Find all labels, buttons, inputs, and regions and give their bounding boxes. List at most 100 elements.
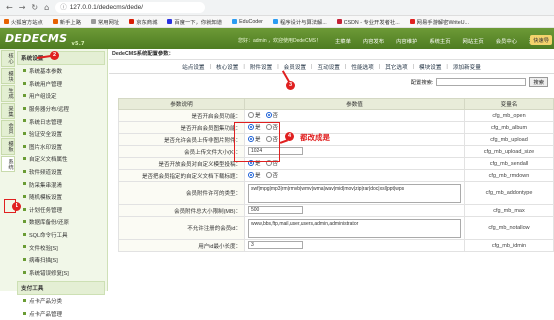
- value-input[interactable]: 500: [248, 205, 303, 214]
- bookmark-label: 常用网址: [98, 19, 120, 26]
- side-menu-item[interactable]: 服务器分布/远程: [17, 103, 107, 116]
- radio-no-label: 否: [272, 113, 279, 119]
- side-tab[interactable]: 生成: [1, 85, 15, 102]
- side-menu-item[interactable]: 数据库备份/还原: [17, 216, 107, 229]
- settings-tab[interactable]: 性能选项: [349, 63, 375, 71]
- side-tab[interactable]: 模板: [1, 138, 15, 155]
- table-row: 是否开放会员对自定义模型投稿：是否 cfg_mb_sendall: [118, 157, 554, 170]
- side-menu-item[interactable]: 点卡产品管理: [17, 308, 107, 320]
- side-menu-item[interactable]: 计划任务管理: [17, 204, 107, 217]
- search-button[interactable]: 搜索: [529, 77, 548, 87]
- search-input[interactable]: [436, 78, 527, 86]
- forward-icon[interactable]: →: [19, 3, 26, 12]
- side-menu-item[interactable]: 病毒扫描[S]: [17, 254, 107, 267]
- bookmark-item[interactable]: 火狐官方站点: [4, 18, 43, 26]
- side-section-payment[interactable]: 支付工具: [17, 281, 105, 296]
- radio-yes-button[interactable]: [248, 112, 254, 118]
- back-icon[interactable]: ←: [6, 3, 13, 12]
- top-nav-item[interactable]: 系统主页: [429, 37, 450, 45]
- side-menu-item[interactable]: 系统用户管理: [17, 78, 107, 91]
- side-menu-item[interactable]: 自定义文档属性: [17, 153, 107, 166]
- value-textarea[interactable]: swf|mpg|mp3|rm|rmvb|wmv|wma|wav|mid|mov|…: [248, 183, 461, 203]
- side-menu-item[interactable]: 用户组设定: [17, 90, 107, 103]
- settings-tabs: 站点设置 | 核心设置 | 附件设置 | 会员设置 | 互动设置 | 性能选项 | 其它选项 | 模块设置 |…: [109, 60, 554, 74]
- top-nav-item[interactable]: 网站主页: [463, 37, 484, 45]
- reload-icon[interactable]: ↻: [31, 3, 38, 12]
- bookmark-label: 百度一下，你就知道: [174, 19, 223, 26]
- radio-yes[interactable]: 是: [248, 111, 261, 119]
- tab-separator: |: [243, 63, 245, 70]
- side-menu: 系统设置 系统基本参数 系统用户管理 用户组设定 服务器分布/远程 系统日志管理 验证安全…: [17, 49, 107, 320]
- settings-tab[interactable]: 添加新变量: [451, 63, 483, 71]
- side-tab[interactable]: 会员: [1, 120, 15, 138]
- row-label: 不允许注册的会员id：: [118, 216, 245, 240]
- side-menu-item[interactable]: 防采集串混淆: [17, 178, 107, 191]
- bookmark-item[interactable]: 百度一下，你就知道: [167, 18, 222, 26]
- settings-tab[interactable]: 站点设置: [180, 63, 206, 71]
- side-menu-item[interactable]: 文件校验[S]: [17, 241, 107, 254]
- side-menu-item[interactable]: 系统基本参数: [17, 65, 107, 78]
- bookmark-icon: [52, 19, 58, 24]
- dedecms-logo: DEDECMS v5.7: [5, 32, 85, 48]
- bookmark-item[interactable]: 网易手游解密WriteU...: [409, 18, 469, 26]
- col-desc-header: 参数说明: [118, 98, 245, 110]
- tab-separator: |: [209, 63, 211, 70]
- bookmarks-bar: 火狐官方站点 新手上路 常用网址 京东商城 百度一下，你就知道 EduCoder 程序设计与…: [0, 16, 554, 28]
- side-menu-item[interactable]: 系统日志管理: [17, 115, 107, 128]
- quick-nav-button[interactable]: 快速导: [530, 35, 552, 45]
- radio-no[interactable]: 否: [265, 111, 279, 119]
- bookmark-item[interactable]: 常用网址: [91, 18, 119, 26]
- side-menu-item[interactable]: 系统错误修复[S]: [17, 267, 107, 280]
- side-menu-item[interactable]: 点卡产品分类: [17, 295, 107, 308]
- row-value: 是否: [244, 109, 465, 122]
- bookmark-item[interactable]: CSDN - 专业开发者社...: [336, 18, 400, 26]
- bookmark-item[interactable]: 程序设计与算法解...: [272, 18, 327, 26]
- bookmark-icon: [232, 19, 238, 24]
- side-menu-item[interactable]: 验证安全设置: [17, 128, 107, 141]
- bookmark-label: 火狐官方站点: [11, 19, 43, 26]
- settings-tab[interactable]: 会员设置: [282, 63, 308, 71]
- table-row: 是否开启会员图集功能：是否 cfg_mb_album: [118, 121, 554, 134]
- settings-tab[interactable]: 模块设置: [417, 63, 443, 71]
- bookmark-icon: [272, 19, 278, 24]
- home-icon[interactable]: ⌂: [44, 3, 49, 12]
- settings-tab[interactable]: 核心设置: [214, 63, 240, 71]
- radio-yes-button[interactable]: [248, 172, 254, 178]
- config-table: 参数说明 参数值 变量名 是否开启会员功能：是否 cfg_mb_open 是否开启会…: [118, 98, 554, 252]
- radio-no-label: 否: [272, 173, 279, 179]
- row-label: 是否开启会员功能：: [118, 109, 245, 122]
- side-tab[interactable]: 系统: [1, 155, 15, 173]
- bookmark-item[interactable]: 京东商城: [129, 18, 157, 26]
- radio-no-button[interactable]: [265, 172, 272, 178]
- radio-no[interactable]: 否: [265, 171, 279, 179]
- side-tab[interactable]: 模块: [1, 67, 15, 85]
- side-tab[interactable]: 采集: [1, 102, 15, 120]
- settings-tab[interactable]: 附件设置: [248, 63, 274, 71]
- settings-tab[interactable]: 其它选项: [383, 63, 409, 71]
- side-tab[interactable]: 核心: [1, 50, 15, 67]
- top-nav: 主菜单内容发布内容维护系统主页网站主页会员中心注销: [335, 37, 540, 45]
- side-menu-item[interactable]: 随机模板设置: [17, 191, 107, 204]
- top-nav-item[interactable]: 内容发布: [363, 37, 384, 45]
- radio-yes[interactable]: 是: [248, 171, 261, 179]
- bookmark-label: 程序设计与算法解...: [279, 19, 327, 26]
- side-section-system[interactable]: 系统设置: [17, 51, 105, 65]
- side-menu-item[interactable]: 图片水印设置: [17, 141, 107, 154]
- bookmark-icon: [409, 19, 415, 24]
- top-nav-item[interactable]: 内容维护: [396, 37, 417, 45]
- top-nav-item[interactable]: 主菜单: [335, 37, 351, 45]
- bookmark-item[interactable]: 新手上路: [52, 18, 81, 26]
- side-menu-item[interactable]: 软件频道设置: [17, 166, 107, 179]
- settings-tab[interactable]: 互动设置: [316, 63, 342, 71]
- address-text: 127.0.0.1/dedecms/dede/: [69, 4, 144, 11]
- top-nav-item[interactable]: 会员中心: [496, 37, 517, 45]
- value-textarea[interactable]: www,bbs,ftp,mail,user,users,admin,admini…: [248, 218, 461, 238]
- side-menu-item[interactable]: SQL命令行工具: [17, 229, 107, 242]
- address-bar[interactable]: ⓘ 127.0.0.1/dedecms/dede/: [55, 2, 206, 13]
- radio-no-button[interactable]: [265, 112, 272, 118]
- site-info-icon[interactable]: ⓘ: [60, 2, 67, 13]
- value-input[interactable]: 3: [248, 240, 303, 249]
- row-label: 用户id最小长度：: [118, 239, 245, 252]
- bookmark-item[interactable]: EduCoder: [232, 19, 263, 25]
- row-label: 会员附件总大小限制(MB)：: [118, 204, 245, 217]
